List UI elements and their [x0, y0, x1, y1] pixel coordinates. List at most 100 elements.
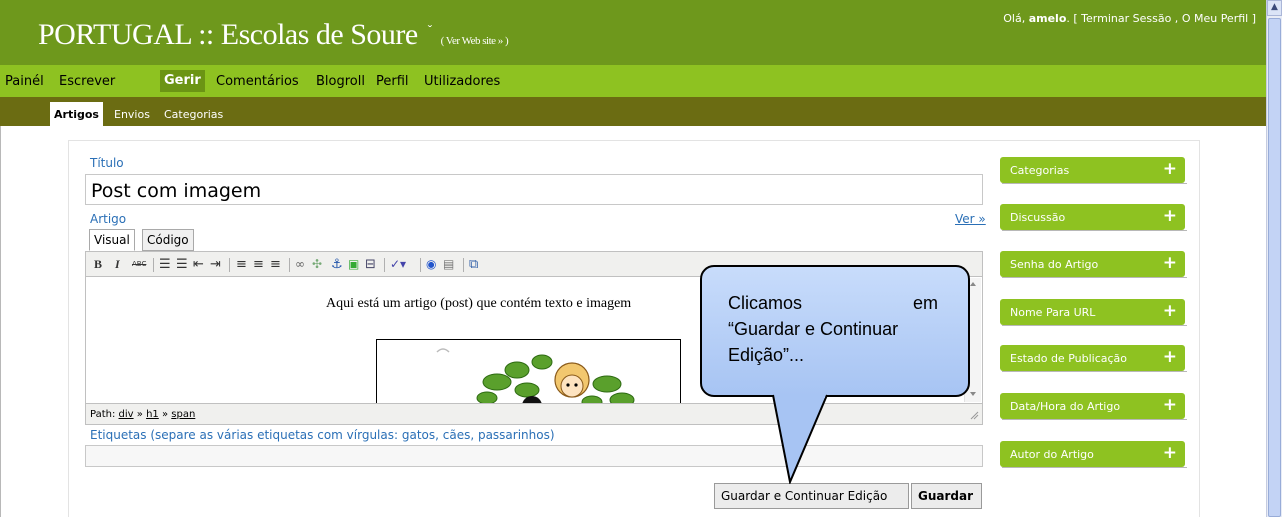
- plus-icon[interactable]: +: [1163, 301, 1177, 321]
- save-button[interactable]: Guardar: [911, 483, 982, 509]
- callout-tail-icon: [772, 394, 828, 484]
- wordcount-icon[interactable]: ▤: [443, 257, 454, 272]
- bullet-list-icon[interactable]: ☰: [159, 257, 171, 272]
- view-site-link[interactable]: ( Ver Web site » ): [441, 35, 509, 47]
- nav-item-painel[interactable]: Painél: [5, 74, 44, 89]
- sidebar-box-label: Categorias: [1010, 164, 1070, 177]
- sidebar-box-label: Senha do Artigo: [1010, 258, 1099, 271]
- sidebar-box-shadow: [1002, 369, 1187, 372]
- plus-icon[interactable]: +: [1163, 159, 1177, 179]
- help-icon[interactable]: ◉: [426, 257, 436, 272]
- outdent-icon[interactable]: ⇤: [193, 257, 204, 272]
- sidebar-box-data-hora[interactable]: Data/Hora do Artigo +: [1000, 393, 1185, 419]
- align-right-icon[interactable]: ≡: [270, 257, 281, 272]
- sidebar-box-categorias[interactable]: Categorias +: [1000, 157, 1185, 183]
- toolbar-separator: [420, 258, 421, 272]
- path-div-link[interactable]: div: [119, 409, 134, 420]
- nav-item-comentarios[interactable]: Comentários: [216, 74, 299, 89]
- numbered-list-icon[interactable]: ☰: [176, 257, 188, 272]
- strikethrough-icon[interactable]: ABC: [132, 257, 146, 272]
- scroll-up-arrow-icon[interactable]: ▲: [1267, 0, 1282, 16]
- sidebar-box-label: Estado de Publicação: [1010, 352, 1128, 365]
- logout-link[interactable]: [ Terminar Sessão ,: [1073, 12, 1178, 25]
- toolbar-separator: [463, 258, 464, 272]
- bold-icon[interactable]: B: [94, 257, 102, 272]
- italic-icon[interactable]: I: [115, 257, 120, 272]
- path-label: Path:: [90, 409, 116, 420]
- nav-item-blogroll[interactable]: Blogroll: [316, 74, 365, 89]
- sidebar-box-estado[interactable]: Estado de Publicação +: [1000, 345, 1185, 371]
- sidebar-box-senha[interactable]: Senha do Artigo +: [1000, 251, 1185, 277]
- caret-icon: ˇ: [427, 22, 432, 37]
- plus-icon[interactable]: +: [1163, 206, 1177, 226]
- path-separator: »: [161, 409, 169, 420]
- sidebar-box-shadow: [1002, 275, 1187, 278]
- resize-handle-icon[interactable]: [969, 410, 979, 420]
- username: amelo: [1028, 12, 1067, 25]
- anchor-icon[interactable]: ⚓: [331, 257, 343, 272]
- user-info: Olá, amelo. [ Terminar Sessão , O Meu Pe…: [1003, 12, 1256, 25]
- callout-word: em: [912, 293, 938, 313]
- sidebar-box-shadow: [1002, 417, 1187, 420]
- blog-title-text[interactable]: PORTUGAL :: Escolas de Soure: [38, 18, 418, 51]
- sidebar-box-autor[interactable]: Autor do Artigo +: [1000, 441, 1185, 467]
- sidebar-box-label: Data/Hora do Artigo: [1010, 400, 1121, 413]
- editor-path-bar: Path: div » h1 » span: [85, 403, 983, 425]
- sidebar-box-label: Autor do Artigo: [1010, 448, 1094, 461]
- sidebar-box-label: Discussão: [1010, 211, 1066, 224]
- image-icon[interactable]: ▣: [348, 257, 359, 272]
- subnav-item-artigos[interactable]: Artigos: [50, 102, 103, 127]
- page-border: [0, 126, 1, 517]
- plus-icon[interactable]: +: [1163, 443, 1177, 463]
- profile-link[interactable]: O Meu Perfil ]: [1182, 12, 1256, 25]
- cartoon-illustration-icon: [436, 348, 635, 403]
- title-label: Título: [90, 156, 124, 170]
- plus-icon[interactable]: +: [1163, 395, 1177, 415]
- plus-icon[interactable]: +: [1163, 347, 1177, 367]
- scrollbar-thumb[interactable]: [1268, 18, 1281, 517]
- path-h1-link[interactable]: h1: [146, 409, 159, 420]
- tags-input[interactable]: [85, 445, 983, 467]
- fullscreen-icon[interactable]: ⧉: [469, 257, 478, 272]
- spellcheck-icon[interactable]: ✓▾: [390, 257, 406, 272]
- path-span-link[interactable]: span: [171, 409, 195, 420]
- plus-icon[interactable]: +: [1163, 253, 1177, 273]
- sidebar-box-label: Nome Para URL: [1010, 306, 1096, 319]
- indent-icon[interactable]: ⇥: [210, 257, 221, 272]
- sub-nav: Artigos Envios Categorias: [0, 97, 1266, 127]
- path-separator: »: [136, 409, 143, 420]
- more-break-icon[interactable]: ⊟: [365, 257, 376, 272]
- save-and-continue-button[interactable]: Guardar e Continuar Edição: [714, 483, 909, 509]
- callout-text: Clicamos em “Guardar e Continuar Edição”.…: [728, 290, 938, 368]
- sidebar-box-discussao[interactable]: Discussão +: [1000, 204, 1185, 230]
- subnav-item-envios[interactable]: Envios: [114, 108, 150, 121]
- sidebar-box-shadow: [1002, 465, 1187, 468]
- nav-item-escrever[interactable]: Escrever: [59, 74, 115, 89]
- nav-item-perfil[interactable]: Perfil: [376, 74, 409, 89]
- toolbar-separator: [289, 258, 290, 272]
- callout-line: Edição”...: [728, 345, 805, 365]
- embedded-image[interactable]: [376, 339, 681, 403]
- blog-title[interactable]: PORTUGAL :: Escolas de Soure ˇ ( Ver Web…: [38, 18, 509, 52]
- align-center-icon[interactable]: ≡: [253, 257, 264, 272]
- tab-code[interactable]: Código: [142, 229, 194, 251]
- title-input[interactable]: Post com imagem: [85, 174, 983, 205]
- main-nav: Painél Escrever Gerir Comentários Blogro…: [0, 65, 1266, 97]
- align-left-icon[interactable]: ≡: [236, 257, 247, 272]
- sidebar-box-shadow: [1002, 228, 1187, 231]
- subnav-item-categorias[interactable]: Categorias: [164, 108, 223, 121]
- nav-item-gerir[interactable]: Gerir: [160, 70, 205, 92]
- tab-visual[interactable]: Visual: [89, 229, 135, 251]
- sidebar-box-shadow: [1002, 181, 1187, 184]
- sidebar-box-nome-url[interactable]: Nome Para URL +: [1000, 299, 1185, 325]
- greeting: Olá,: [1003, 12, 1026, 25]
- tags-label: Etiquetas (separe as várias etiquetas co…: [90, 428, 555, 442]
- nav-item-utilizadores[interactable]: Utilizadores: [424, 74, 500, 89]
- toolbar-separator: [229, 258, 230, 272]
- editor-paragraph[interactable]: Aqui está um artigo (post) que contém te…: [326, 296, 631, 312]
- preview-link[interactable]: Ver »: [955, 212, 986, 226]
- callout-word: Clicamos: [728, 293, 803, 313]
- sidebar-box-shadow: [1002, 323, 1187, 326]
- link-icon[interactable]: ∞: [295, 257, 305, 272]
- unlink-icon[interactable]: ✣: [312, 257, 322, 272]
